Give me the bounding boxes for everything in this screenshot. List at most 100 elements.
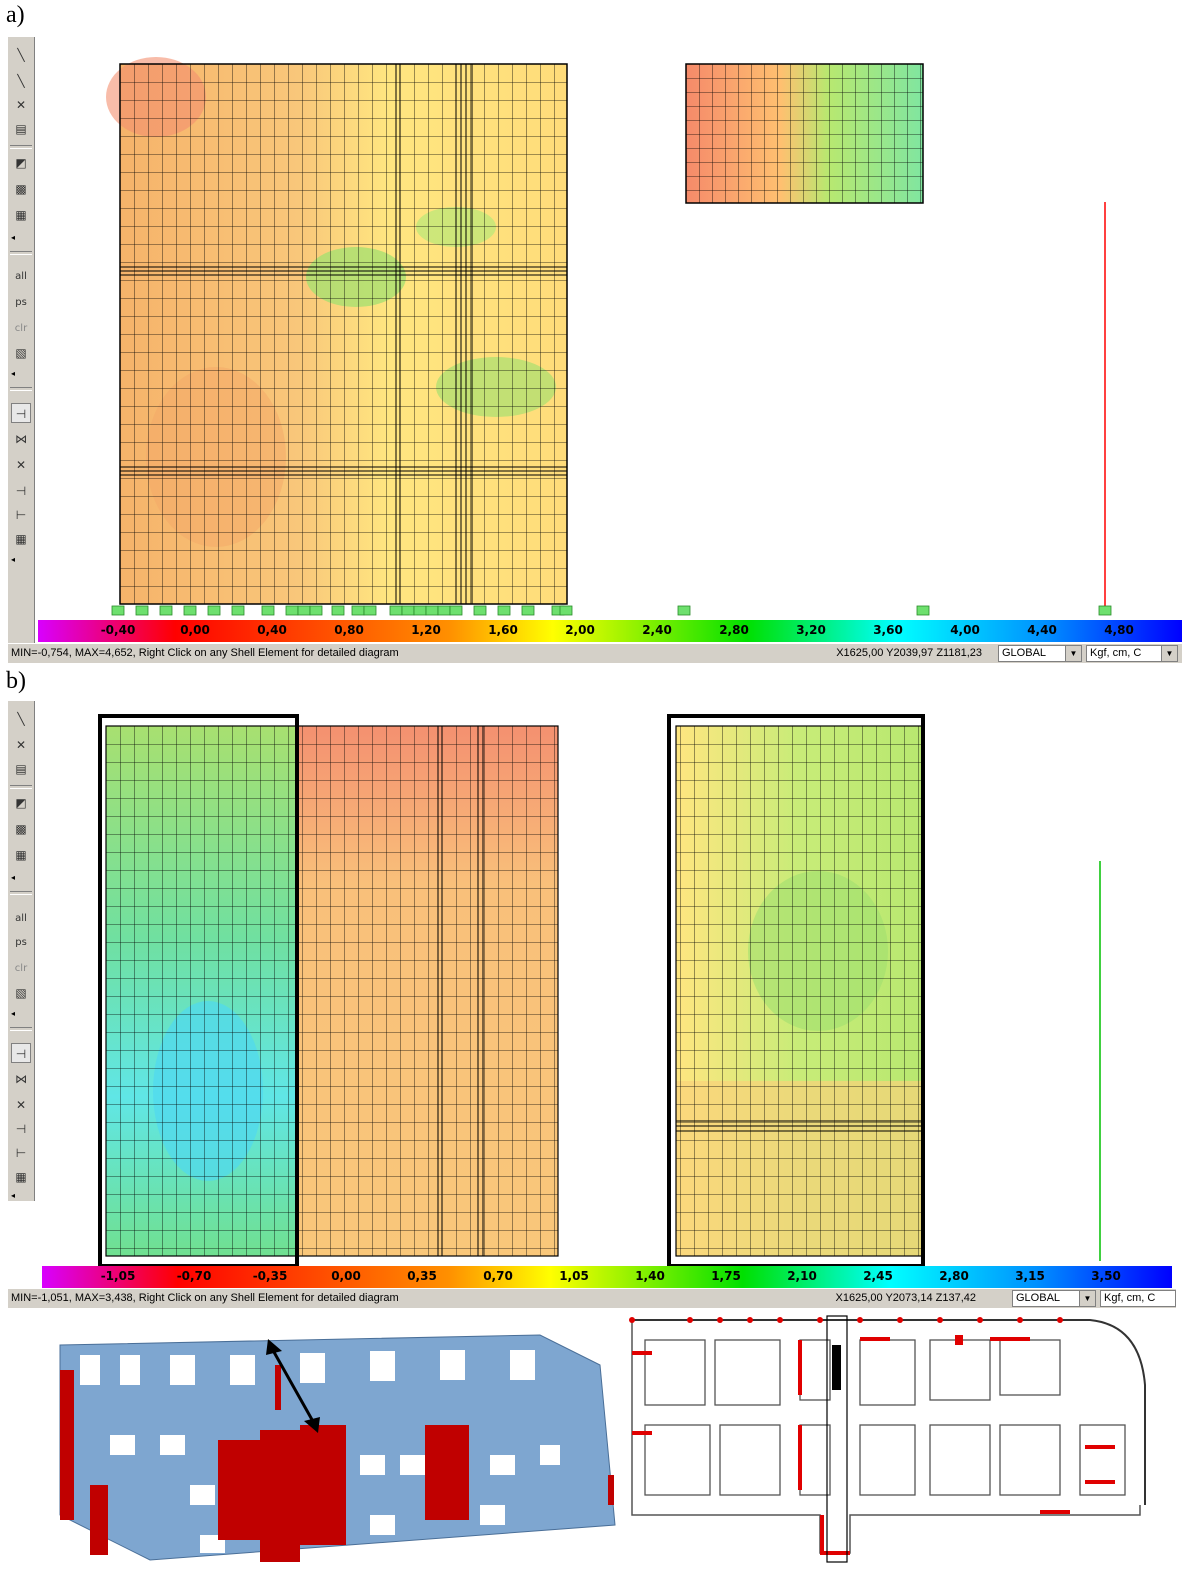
select-all-icon[interactable]: all — [11, 909, 31, 929]
chevron-down-icon: ▼ — [1161, 646, 1177, 661]
separator — [10, 1027, 32, 1031]
panel-a-color-legend: -0,40 0,00 0,40 0,80 1,20 1,60 2,00 2,40… — [38, 620, 1182, 642]
coord-system-dropdown[interactable]: GLOBAL ▼ — [998, 645, 1082, 662]
units-value: Kgf, cm, C — [1090, 647, 1142, 659]
legend-value: 3,15 — [1015, 1269, 1045, 1283]
shell-select-icon[interactable]: ▦ — [11, 205, 31, 225]
legend-value: 2,45 — [863, 1269, 893, 1283]
separator — [10, 785, 32, 789]
shape-icon[interactable]: ◩ — [11, 793, 31, 813]
legend-value: 2,80 — [939, 1269, 969, 1283]
legend-value: 4,00 — [950, 623, 980, 637]
expand-arrow-icon[interactable]: ◂ — [11, 233, 15, 242]
legend-value: 1,05 — [559, 1269, 589, 1283]
snap-end-icon[interactable]: ⋈ — [11, 429, 31, 449]
intersect-select-icon[interactable]: ▧ — [11, 343, 31, 363]
line-draw-icon[interactable]: ╲ — [11, 709, 31, 729]
previous-selection-icon[interactable]: ps — [11, 933, 31, 953]
line-draw-2-icon[interactable]: ╲ — [11, 71, 31, 91]
snap-perpendicular-icon[interactable]: ⊣ — [11, 1119, 31, 1139]
building-3d-model — [40, 1315, 630, 1565]
select-all-icon[interactable]: all — [11, 267, 31, 287]
previous-selection-icon[interactable]: ps — [11, 293, 31, 313]
panel-b-toolbar: ╲ ✕ ▤ ◩ ▩ ▦ ◂ all ps clr ▧ ◂ ⊣ ⋈ ✕ ⊣ ⊢ ▦… — [8, 701, 35, 1201]
cursor-coordinates: X1625,00 Y2073,14 Z137,42 — [835, 1292, 976, 1304]
clear-selection-icon[interactable]: clr — [11, 959, 31, 979]
legend-value: -0,35 — [252, 1269, 288, 1283]
coord-system-dropdown[interactable]: GLOBAL ▼ — [1012, 1290, 1096, 1307]
chevron-down-icon: ▼ — [1065, 646, 1081, 661]
line-draw-icon[interactable]: ╲ — [11, 45, 31, 65]
coord-system-value: GLOBAL — [1016, 1292, 1061, 1304]
cross-icon[interactable]: ✕ — [11, 95, 31, 115]
separator — [10, 891, 32, 895]
legend-value: 4,80 — [1104, 623, 1134, 637]
expand-arrow-icon[interactable]: ◂ — [11, 555, 15, 564]
legend-value: 1,20 — [411, 623, 441, 637]
snap-point-icon[interactable]: ⊣ — [11, 403, 31, 423]
panel-b-color-legend: -1,05 -0,70 -0,35 0,00 0,35 0,70 1,05 1,… — [42, 1266, 1172, 1288]
status-message: MIN=-1,051, MAX=3,438, Right Click on an… — [11, 1292, 399, 1304]
legend-value: -0,40 — [100, 623, 136, 637]
legend-value: -0,70 — [176, 1269, 212, 1283]
snap-perpendicular-icon[interactable]: ⊣ — [11, 481, 31, 501]
legend-value: 2,00 — [565, 623, 595, 637]
separator — [10, 251, 32, 255]
panel-a-status-bar: MIN=-0,754, MAX=4,652, Right Click on an… — [8, 643, 1182, 663]
panel-b-contour-area[interactable] — [38, 701, 1182, 1266]
legend-value: 3,50 — [1091, 1269, 1121, 1283]
units-dropdown[interactable]: Kgf, cm, C — [1100, 1290, 1176, 1307]
snap-point-icon[interactable]: ⊣ — [11, 1043, 31, 1063]
expand-arrow-icon[interactable]: ◂ — [11, 873, 15, 882]
panel-b-label: b) — [6, 668, 26, 694]
snap-grid-icon[interactable]: ▦ — [11, 529, 31, 549]
building-3d-svg — [59, 1334, 616, 1562]
snap-end-icon[interactable]: ⋈ — [11, 1069, 31, 1089]
legend-value: 0,40 — [257, 623, 287, 637]
legend-value: 0,00 — [331, 1269, 361, 1283]
chevron-down-icon: ▼ — [1079, 1291, 1095, 1306]
units-dropdown[interactable]: Kgf, cm, C ▼ — [1086, 645, 1178, 662]
expand-arrow-icon[interactable]: ◂ — [11, 1191, 15, 1200]
legend-value: 2,80 — [719, 623, 749, 637]
legend-value: 0,00 — [180, 623, 210, 637]
legend-value: 1,40 — [635, 1269, 665, 1283]
coord-system-value: GLOBAL — [1002, 647, 1047, 659]
floor-plan — [620, 1315, 1180, 1565]
panel-a-shell-stress-svg — [106, 57, 1112, 616]
separator — [10, 145, 32, 149]
grid-select-icon[interactable]: ▤ — [11, 119, 31, 139]
separator — [10, 387, 32, 391]
shell-area-icon[interactable]: ▩ — [11, 819, 31, 839]
cursor-coordinates: X1625,00 Y2039,97 Z1181,23 — [836, 647, 982, 659]
panel-a-label: a) — [6, 2, 25, 28]
status-message: MIN=-0,754, MAX=4,652, Right Click on an… — [11, 647, 399, 659]
legend-value: 2,10 — [787, 1269, 817, 1283]
panel-b-shell-stress-svg — [98, 714, 1101, 1266]
snap-intersection-icon[interactable]: ✕ — [11, 455, 31, 475]
shape-icon[interactable]: ◩ — [11, 153, 31, 173]
snap-intersection-icon[interactable]: ✕ — [11, 1095, 31, 1115]
snap-line-icon[interactable]: ⊢ — [11, 505, 31, 525]
panel-a-contour-plot[interactable] — [36, 37, 1182, 620]
cross-icon[interactable]: ✕ — [11, 735, 31, 755]
panel-a-toolbar: ╲ ╲ ✕ ▤ ◩ ▩ ▦ ◂ all ps clr ▧ ◂ ⊣ ⋈ ✕ ⊣ ⊢… — [8, 37, 35, 649]
grid-select-icon[interactable]: ▤ — [11, 759, 31, 779]
snap-grid-icon[interactable]: ▦ — [11, 1167, 31, 1187]
legend-value: 1,75 — [711, 1269, 741, 1283]
expand-arrow-icon[interactable]: ◂ — [11, 369, 15, 378]
shell-select-icon[interactable]: ▦ — [11, 845, 31, 865]
legend-value: 0,70 — [483, 1269, 513, 1283]
intersect-select-icon[interactable]: ▧ — [11, 983, 31, 1003]
legend-value: -1,05 — [100, 1269, 136, 1283]
units-value: Kgf, cm, C — [1104, 1292, 1156, 1304]
shell-area-icon[interactable]: ▩ — [11, 179, 31, 199]
clear-selection-icon[interactable]: clr — [11, 319, 31, 339]
legend-value: 4,40 — [1027, 623, 1057, 637]
legend-value: 0,80 — [334, 623, 364, 637]
expand-arrow-icon[interactable]: ◂ — [11, 1009, 15, 1018]
snap-line-icon[interactable]: ⊢ — [11, 1143, 31, 1163]
legend-value: 0,35 — [407, 1269, 437, 1283]
legend-value: 3,60 — [873, 623, 903, 637]
legend-value: 2,40 — [642, 623, 672, 637]
